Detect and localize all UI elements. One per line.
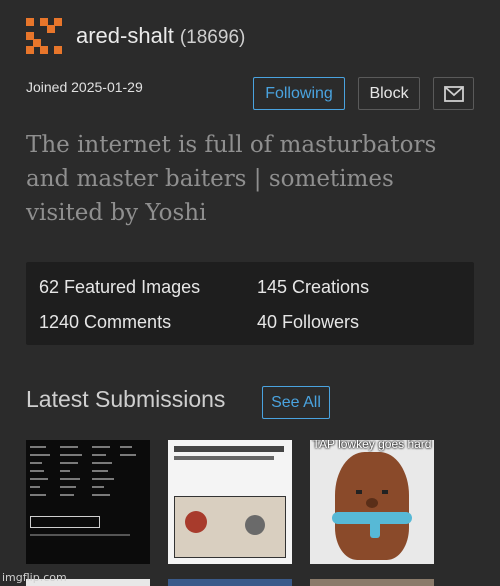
profile-header: ared-shalt (18696) (26, 18, 245, 54)
stat-followers[interactable]: 40 Followers (257, 312, 359, 333)
meme-caption: TAP lowkey goes hard (312, 440, 432, 451)
post-text-graphic (174, 456, 274, 460)
user-avatar[interactable] (26, 18, 62, 54)
spreadsheet-graphic (30, 444, 146, 504)
envelope-icon (443, 85, 464, 102)
latest-submissions-heading: Latest Submissions (26, 386, 226, 412)
following-button[interactable]: Following (253, 77, 345, 110)
submission-thumbnail[interactable] (168, 579, 292, 586)
user-score: (18696) (179, 26, 246, 48)
stat-featured-images[interactable]: 62 Featured Images (39, 277, 200, 298)
comic-image (174, 496, 286, 558)
submission-thumbnail[interactable] (168, 440, 292, 564)
user-bio: The internet is full of masturbators and… (26, 132, 437, 226)
stats-panel: 62 Featured Images 145 Creations 1240 Co… (26, 262, 474, 345)
submission-thumbnail[interactable] (310, 579, 434, 586)
input-box-graphic (30, 516, 100, 528)
block-button[interactable]: Block (358, 77, 420, 110)
watermark: imgflip.com (2, 571, 67, 584)
submission-thumbnail[interactable]: TAP lowkey goes hard (310, 440, 434, 564)
stat-comments[interactable]: 1240 Comments (39, 312, 171, 333)
stat-creations[interactable]: 145 Creations (257, 277, 369, 298)
see-all-button[interactable]: See All (262, 386, 330, 419)
post-text-graphic (174, 446, 284, 452)
message-button[interactable] (433, 77, 474, 110)
joined-date: Joined 2025-01-29 (26, 79, 143, 95)
submission-thumbnail[interactable] (26, 440, 150, 564)
text-line-graphic (30, 534, 130, 536)
username: ared-shalt (76, 23, 174, 48)
